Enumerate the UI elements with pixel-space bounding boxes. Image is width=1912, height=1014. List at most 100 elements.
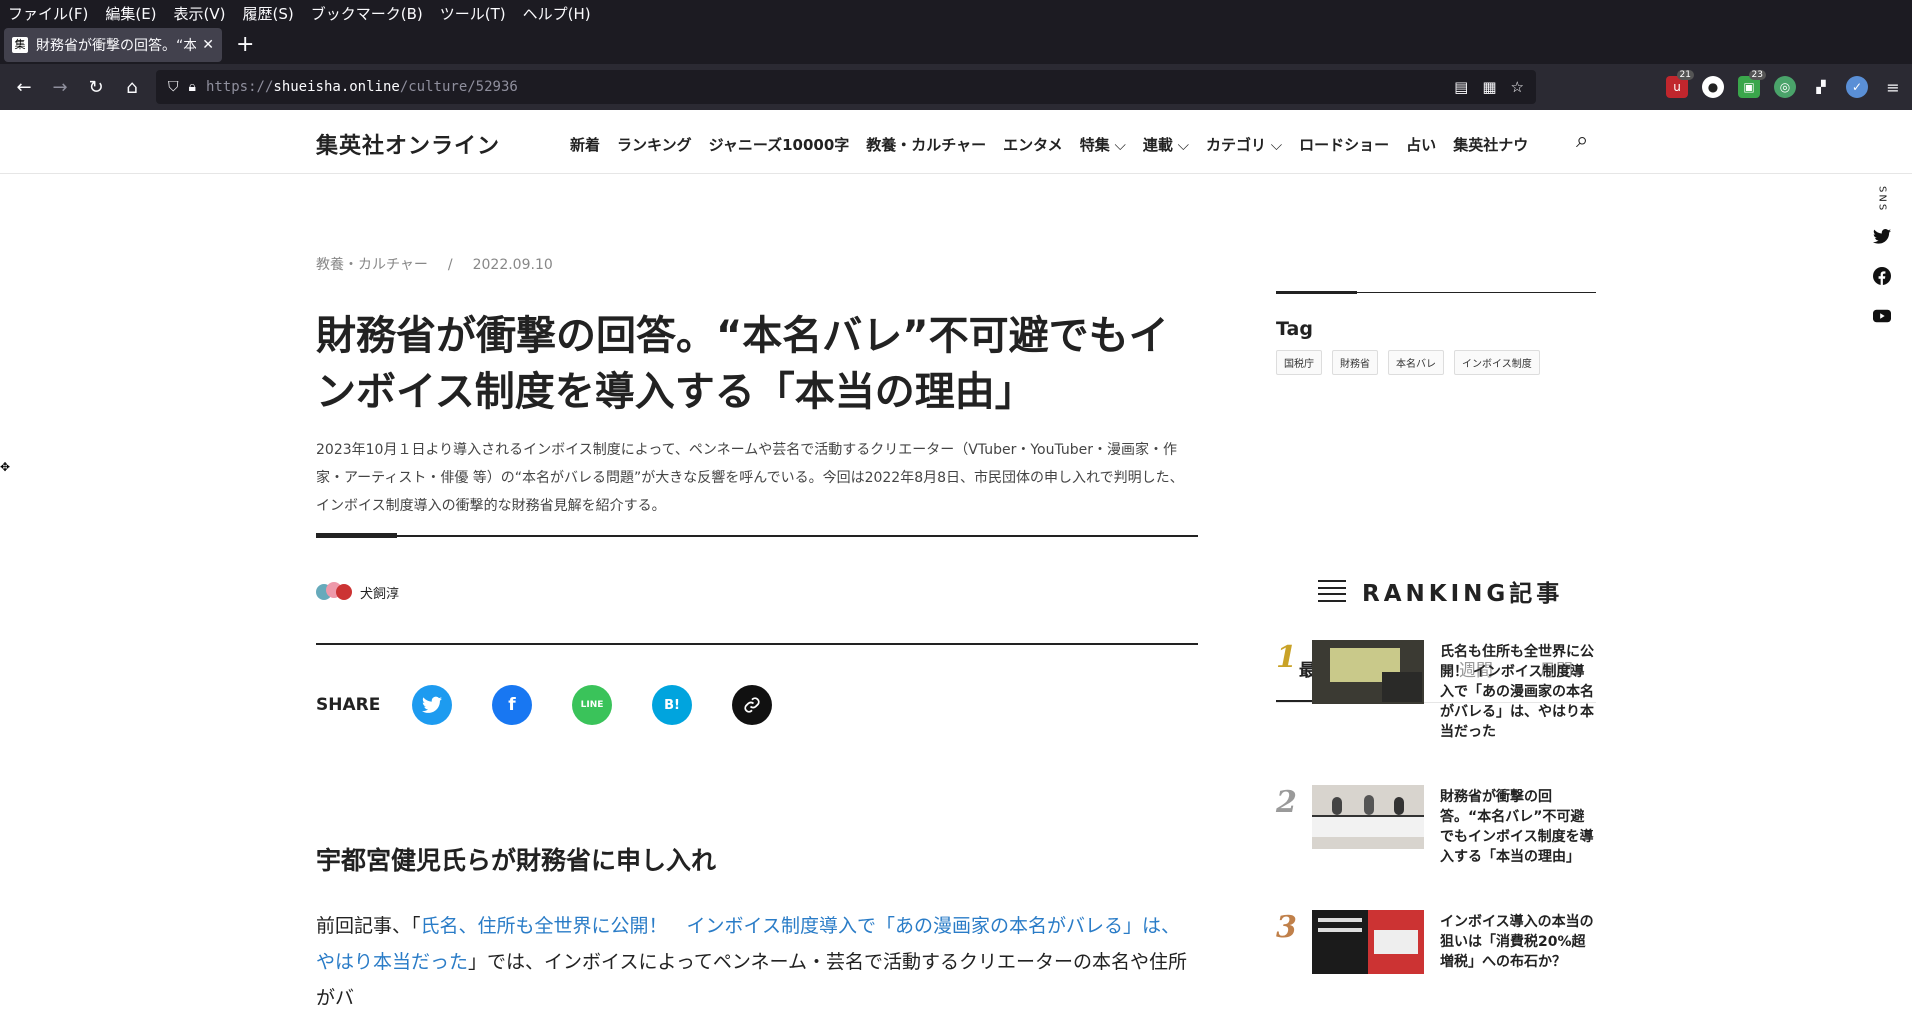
nav-roadshow[interactable]: ロードショー [1299, 134, 1389, 155]
rank-number: 2 [1276, 785, 1297, 820]
tag-divider-accent [1276, 291, 1357, 294]
nav-shueisha-now[interactable]: 集英社ナウ [1453, 134, 1528, 155]
share-bar: SHARE f LINE B! [316, 685, 812, 725]
article-title: 財務省が衝撃の回答。“本名バレ”不可避でもインボイス制度を導入する「本当の理由」 [316, 313, 1169, 415]
menu-history[interactable]: 履歴(S) [243, 3, 294, 24]
reload-icon[interactable]: ↻ [78, 72, 114, 102]
author-avatar [316, 578, 352, 606]
ranking-title: RANKING記事 [1362, 581, 1564, 607]
tag-item[interactable]: 財務省 [1332, 350, 1378, 375]
tag-item[interactable]: インボイス制度 [1454, 350, 1540, 375]
hatena-share-icon[interactable]: B! [652, 685, 692, 725]
favicon-icon: 集 [12, 37, 28, 53]
menu-file[interactable]: ファイル(F) [8, 3, 88, 24]
nav-fortune[interactable]: 占い [1406, 134, 1436, 155]
nav-category[interactable]: カテゴリ [1206, 134, 1282, 155]
twitter-icon[interactable] [1872, 226, 1892, 246]
ranking-title-text: 氏名も住所も全世界に公開！ インボイス制度導入で「あの漫画家の本名がバレる」は、… [1440, 644, 1594, 740]
body-text-prefix: 前回記事、「 [316, 915, 421, 937]
divider-accent [316, 533, 397, 538]
nav-johnnys[interactable]: ジャニーズ10000字 [709, 134, 850, 155]
site-logo[interactable]: 集英社オンライン [316, 128, 500, 160]
back-icon[interactable]: ← [6, 72, 42, 102]
menu-tools[interactable]: ツール(T) [440, 3, 506, 24]
ublock-badge: 21 [1676, 70, 1694, 80]
home-icon[interactable]: ⌂ [114, 72, 150, 102]
global-nav: 新着 ランキング ジャニーズ10000字 教養・カルチャー エンタメ 特集 連載… [570, 134, 1528, 155]
tab-active[interactable]: 集 財務省が衝撃の回答。“本 ✕ [4, 28, 222, 62]
rank-number: 1 [1276, 640, 1297, 675]
nav-ranking[interactable]: ランキング [617, 134, 692, 155]
floating-sns: SNS [1868, 186, 1896, 346]
facebook-icon[interactable] [1872, 266, 1892, 286]
search-icon[interactable]: ⌕ [1576, 128, 1588, 153]
ranking-thumbnail [1312, 910, 1424, 974]
tag-list: 国税庁 財務省 本名バレ インボイス制度 [1276, 350, 1540, 375]
ranking-item[interactable]: 3 インボイス導入の本当の狙いは「消費税20%超増税」への布石か？ [1276, 910, 1596, 1014]
article-meta: 教養・カルチャー / 2022.09.10 [316, 254, 553, 274]
nav-feature[interactable]: 特集 [1080, 134, 1126, 155]
nav-series[interactable]: 連載 [1143, 134, 1189, 155]
mouse-cursor-icon: ✥ [0, 460, 11, 474]
menu-bar: ファイル(F) 編集(E) 表示(V) 履歴(S) ブックマーク(B) ツール(… [0, 0, 1912, 26]
extension-disc-icon[interactable]: ● [1702, 76, 1724, 98]
menu-bookmarks[interactable]: ブックマーク(B) [311, 3, 423, 24]
ranking-thumbnail [1312, 640, 1424, 704]
web-page: 集英社オンライン 新着 ランキング ジャニーズ10000字 教養・カルチャー エ… [0, 110, 1912, 1014]
article-body: 前回記事、「氏名、住所も全世界に公開！ インボイス制度導入で「あの漫画家の本名が… [316, 908, 1196, 1014]
account-icon[interactable]: ✓ [1846, 76, 1868, 98]
rank-number: 3 [1276, 910, 1297, 945]
lock-icon[interactable]: 🔒︎ [189, 79, 196, 95]
bookmark-star-icon[interactable]: ☆ [1511, 78, 1524, 96]
url-bar[interactable]: ⛉ 🔒︎ https://shueisha.online/culture/529… [156, 70, 1536, 104]
url-scheme: https:// [205, 79, 274, 95]
menu-help[interactable]: ヘルプ(H) [523, 3, 591, 24]
tab-strip: 集 財務省が衝撃の回答。“本 ✕ + [0, 26, 1912, 64]
extension-circle-icon[interactable]: ◎ [1774, 76, 1796, 98]
extension-green-icon[interactable]: ▣ 23 [1738, 70, 1766, 98]
tab-title: 財務省が衝撃の回答。“本 [36, 38, 197, 54]
close-tab-icon[interactable]: ✕ [202, 37, 214, 53]
qr-code-icon[interactable]: ▦ [1482, 78, 1496, 96]
youtube-icon[interactable] [1872, 306, 1892, 326]
ublock-icon[interactable]: u 21 [1666, 70, 1694, 98]
ranking-menu-icon [1318, 580, 1346, 602]
tag-heading: Tag [1276, 318, 1313, 340]
nav-entame[interactable]: エンタメ [1003, 134, 1063, 155]
tag-item[interactable]: 国税庁 [1276, 350, 1322, 375]
reader-view-icon[interactable]: ▤ [1454, 78, 1468, 96]
nav-new[interactable]: 新着 [570, 134, 600, 155]
extensions-area: u 21 ● ▣ 23 ◎ ▞ ✓ ≡ [1666, 64, 1904, 110]
menu-edit[interactable]: 編集(E) [105, 3, 156, 24]
url-path: /culture/52936 [399, 79, 518, 95]
navigation-bar: ← → ↻ ⌂ ⛉ 🔒︎ https://shueisha.online/cul… [0, 64, 1912, 110]
shield-icon[interactable]: ⛉ [168, 79, 179, 95]
ranking-title-text: 財務省が衝撃の回答。“本名バレ”不可避でもインボイス制度を導入する「本当の理由」 [1440, 789, 1594, 865]
article-lead: 2023年10月１日より導入されるインボイス制度によって、ペンネームや芸名で活動… [316, 442, 1184, 514]
share-label: SHARE [316, 695, 381, 715]
menu-view[interactable]: 表示(V) [174, 3, 226, 24]
copy-link-icon[interactable] [732, 685, 772, 725]
divider [316, 643, 1198, 645]
new-tab-icon[interactable]: + [236, 34, 254, 56]
divider [316, 535, 1198, 537]
twitter-share-icon[interactable] [412, 685, 452, 725]
ranking-header: RANKING記事 [1318, 574, 1563, 608]
hamburger-menu-icon[interactable]: ≡ [1882, 76, 1904, 98]
site-header: 集英社オンライン 新着 ランキング ジャニーズ10000字 教養・カルチャー エ… [0, 110, 1912, 174]
facebook-share-icon[interactable]: f [492, 685, 532, 725]
extensions-grid-icon[interactable]: ▞ [1810, 76, 1832, 98]
ranking-title-text: インボイス導入の本当の狙いは「消費税20%超増税」への布石か？ [1440, 914, 1594, 970]
line-share-icon[interactable]: LINE [572, 685, 612, 725]
ranking-item[interactable]: 1 氏名も住所も全世界に公開！ インボイス制度導入で「あの漫画家の本名がバレる」… [1276, 640, 1596, 750]
meta-separator: / [447, 257, 453, 273]
forward-icon[interactable]: → [42, 72, 78, 102]
tag-item[interactable]: 本名バレ [1388, 350, 1444, 375]
author-block[interactable]: 犬飼淳 [316, 578, 399, 606]
section-heading: 宇都宮健児氏らが財務省に申し入れ [316, 846, 717, 875]
ranking-item[interactable]: 2 財務省が衝撃の回答。“本名バレ”不可避でもインボイス制度を導入する「本当の理… [1276, 785, 1596, 895]
extension-green-badge: 23 [1748, 70, 1766, 80]
article-category[interactable]: 教養・カルチャー [316, 257, 428, 273]
nav-culture[interactable]: 教養・カルチャー [866, 134, 986, 155]
ranking-thumbnail [1312, 785, 1424, 849]
